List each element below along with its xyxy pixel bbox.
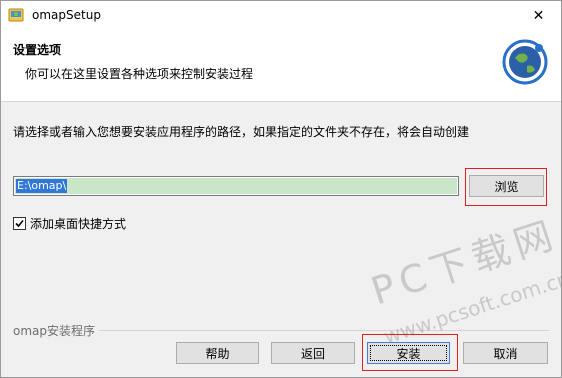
back-button[interactable]: 返回 [271, 342, 355, 364]
checkmark-icon [15, 219, 24, 228]
globe-logo-icon [502, 39, 548, 85]
cancel-button-label: 取消 [493, 346, 518, 361]
install-button-focus-ring [370, 345, 447, 361]
path-description: 请选择或者输入您想要安装应用程序的路径，如果指定的文件夹不存在，将会自动创建 [13, 125, 470, 139]
close-icon: ✕ [532, 7, 545, 24]
browse-button[interactable]: 浏览 [469, 175, 544, 197]
installer-app-icon [8, 8, 24, 22]
watermark-url: www.pcsoft.com.cn [381, 266, 562, 349]
desktop-shortcut-checkbox[interactable] [13, 217, 26, 230]
setup-window: omapSetup ✕ 设置选项 你可以在这里设置各种选项来控制安装过程 请选择… [0, 0, 562, 378]
install-button[interactable]: 安装 [367, 342, 450, 364]
desktop-shortcut-label: 添加桌面快捷方式 [30, 217, 127, 231]
installer-group-label: omap安装程序 [13, 324, 96, 338]
footer-divider [99, 330, 549, 331]
close-button[interactable]: ✕ [516, 1, 561, 30]
desktop-shortcut-option[interactable]: 添加桌面快捷方式 [13, 215, 126, 232]
page-subtitle: 你可以在这里设置各种选项来控制安装过程 [25, 67, 254, 81]
watermark-text: PC下载网 [365, 211, 562, 314]
cancel-button[interactable]: 取消 [463, 342, 548, 364]
title-bar[interactable]: omapSetup ✕ [1, 1, 561, 31]
window-title: omapSetup [32, 8, 101, 22]
help-button-label: 帮助 [205, 346, 230, 361]
install-path-value: E:\omap\ [16, 179, 68, 193]
page-title: 设置选项 [13, 43, 62, 57]
back-button-label: 返回 [300, 346, 325, 361]
path-input-fill [15, 178, 457, 194]
browse-button-label: 浏览 [494, 179, 519, 194]
help-button[interactable]: 帮助 [176, 342, 259, 364]
install-path-input[interactable]: E:\omap\ [13, 176, 459, 196]
wizard-header: 设置选项 你可以在这里设置各种选项来控制安装过程 [1, 31, 561, 102]
